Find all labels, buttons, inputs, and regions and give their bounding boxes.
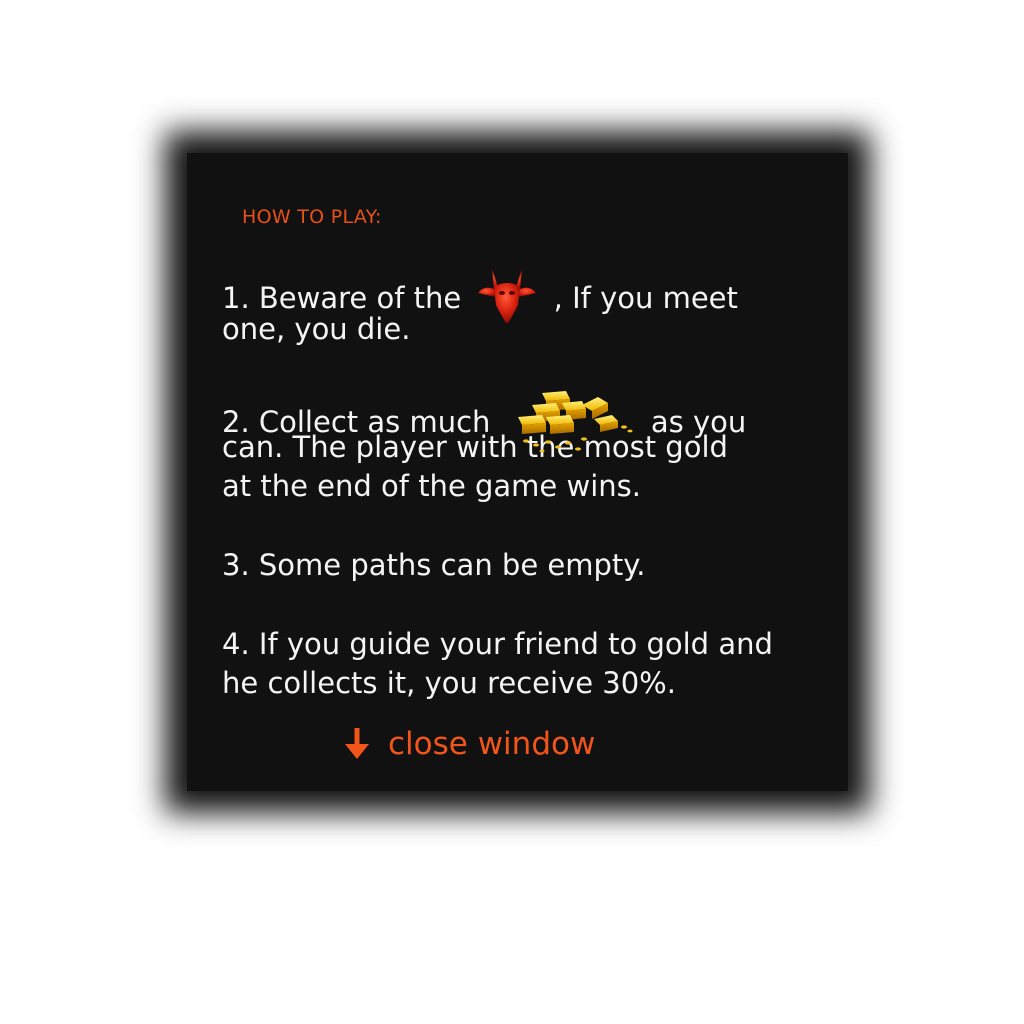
rule-3-line-1: 3. Some paths can be empty. xyxy=(222,548,646,582)
close-window-button[interactable]: close window xyxy=(342,726,595,762)
dialog-heading: HOW TO PLAY: xyxy=(242,206,382,228)
rule-4-line-2: he collects it, you receive 30%. xyxy=(222,666,676,700)
close-window-label: close window xyxy=(388,726,596,762)
rule-2-line-3: at the end of the game wins. xyxy=(222,469,641,503)
gold-bars-icon xyxy=(512,387,634,457)
rule-2: 2. Collect as much as you can. The playe… xyxy=(222,389,842,506)
rule-4: 4. If you guide your friend to gold and … xyxy=(222,625,842,703)
demon-head-icon xyxy=(474,265,540,323)
rule-1-text-end: , If you meet xyxy=(553,281,738,315)
how-to-play-dialog: HOW TO PLAY: 1. Beware of the , If you m… xyxy=(187,153,848,791)
rule-3: 3. Some paths can be empty. xyxy=(222,546,842,585)
rule-1: 1. Beware of the , If you meet one, you … xyxy=(222,269,842,349)
rule-4-line-1: 4. If you guide your friend to gold and xyxy=(222,627,773,661)
arrow-down-icon xyxy=(342,726,372,762)
